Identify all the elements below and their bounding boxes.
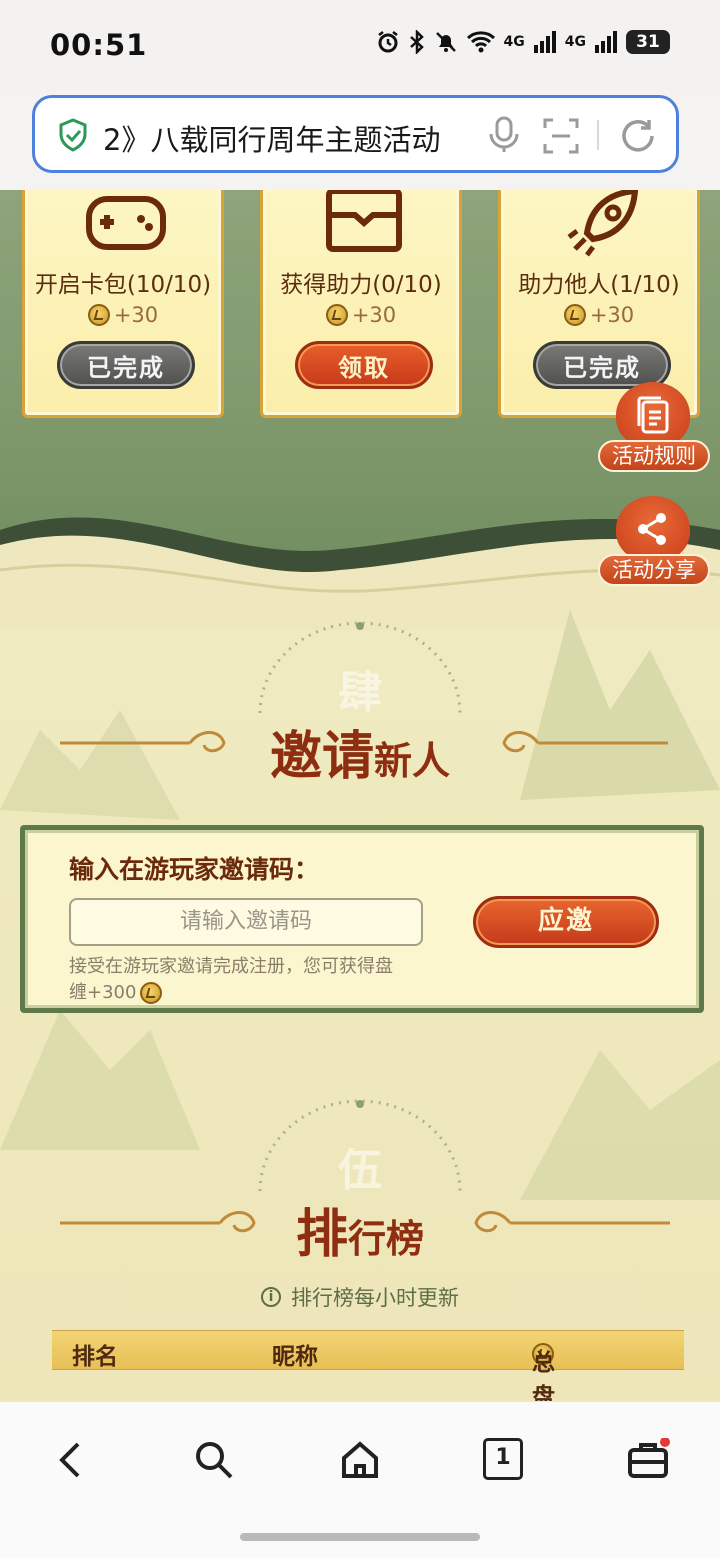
rocket-icon: [567, 190, 639, 257]
invite-section-heading: 肆 邀请新人: [0, 618, 720, 788]
browser-bottom-nav: 1: [0, 1401, 720, 1558]
shield-check-icon: [59, 118, 87, 152]
battery-indicator: 31: [626, 30, 670, 54]
reward-amount: +30: [589, 303, 635, 327]
rank-section-title: 排行榜: [0, 1192, 720, 1267]
task-label: 开启卡包(10/10): [34, 272, 212, 298]
rank-table-header: 排名 昵称 总盘缠: [52, 1330, 684, 1401]
home-icon[interactable]: [338, 1438, 382, 1482]
rank-section-heading: 伍 排行榜: [0, 1096, 720, 1266]
page-title[interactable]: 2》八载同行周年主题活动: [103, 117, 440, 159]
coin-icon: [325, 304, 348, 326]
note-reward: 缠+300: [69, 982, 137, 1003]
task-done-button[interactable]: 已完成: [57, 341, 195, 389]
tabs-button[interactable]: 1: [483, 1438, 523, 1480]
browser-page: 00:51 4G 4G 31 2》八载同行周年主题活动 开启卡包(10/10) …: [0, 0, 720, 1558]
rules-label: 活动规则: [598, 440, 710, 472]
share-label: 活动分享: [598, 554, 710, 586]
status-time: 00:51: [50, 28, 148, 62]
wallet-icon: [326, 190, 402, 252]
gamepad-icon: [86, 196, 166, 250]
invite-note-line2: 缠+300: [69, 980, 439, 1006]
invite-heading: 输入在游玩家邀请码：: [69, 855, 320, 884]
url-bar-divider: [597, 120, 599, 150]
title-big: 邀请: [269, 727, 374, 787]
invite-note-line1: 接受在游玩家邀请完成注册，您可获得盘: [69, 956, 393, 977]
document-icon: [637, 396, 669, 434]
title-small: 新人: [374, 739, 451, 783]
search-icon[interactable]: [192, 1438, 236, 1482]
task-claim-button[interactable]: 领取: [295, 341, 433, 389]
invite-note: 接受在游玩家邀请完成注册，您可获得盘 缠+300: [69, 954, 439, 1006]
invite-section-title: 邀请新人: [0, 714, 720, 789]
title-big: 排: [295, 1205, 348, 1265]
activity-share-button[interactable]: 活动分享: [598, 496, 710, 588]
coin-icon: [87, 304, 110, 326]
status-icons: 4G 4G 31: [376, 30, 670, 54]
web-content: 开启卡包(10/10) +30 已完成 获得助力(0/10) +30 领取 助力…: [0, 190, 720, 1401]
tab-count: 1: [495, 1445, 511, 1470]
invite-code-panel: 输入在游玩家邀请码： 请输入邀请码 应邀 接受在游玩家邀请完成注册，您可获得盘 …: [20, 825, 704, 1013]
activity-rules-button[interactable]: 活动规则: [598, 382, 710, 474]
info-icon: i: [261, 1287, 281, 1307]
microphone-icon[interactable]: [487, 116, 521, 154]
scan-icon[interactable]: [543, 118, 579, 154]
alarm-icon: [377, 31, 398, 53]
signal-icon: [533, 31, 556, 53]
invite-code-input[interactable]: 请输入邀请码: [69, 898, 423, 946]
column-nickname: 昵称: [272, 1344, 318, 1370]
coin-icon: [140, 982, 163, 1004]
task-label: 助力他人(1/10): [518, 272, 680, 298]
reload-icon[interactable]: [618, 116, 658, 156]
share-icon: [638, 513, 666, 545]
signal-icon-2: [595, 31, 617, 53]
rank-update-note: i 排行榜每小时更新: [0, 1282, 720, 1312]
address-bar[interactable]: 2》八载同行周年主题活动: [32, 95, 679, 173]
home-indicator: [240, 1533, 480, 1541]
title-small: 行榜: [348, 1217, 425, 1261]
bluetooth-icon: [409, 30, 424, 54]
task-label: 获得助力(0/10): [280, 272, 442, 298]
column-total-label: 总盘缠: [532, 1350, 555, 1401]
network-type-2: 4G: [564, 34, 586, 50]
task-reward: +30: [25, 303, 221, 327]
task-card-open-pack: 开启卡包(10/10) +30 已完成: [22, 190, 224, 418]
task-reward: +30: [263, 303, 459, 327]
back-icon[interactable]: [50, 1438, 94, 1482]
reward-amount: +30: [113, 303, 159, 327]
briefcase-icon[interactable]: [626, 1438, 670, 1482]
reward-amount: +30: [351, 303, 397, 327]
network-type-1: 4G: [503, 34, 525, 50]
column-rank: 排名: [72, 1344, 118, 1370]
coin-icon: [563, 304, 586, 326]
task-card-get-help: 获得助力(0/10) +30 领取: [260, 190, 462, 418]
wifi-icon: [466, 31, 495, 53]
accept-invite-button[interactable]: 应邀: [473, 896, 659, 948]
status-bar: 00:51 4G 4G 31: [0, 0, 720, 90]
mute-icon: [435, 32, 456, 52]
rank-note-text: 排行榜每小时更新: [291, 1286, 459, 1310]
task-reward: +30: [501, 303, 697, 327]
